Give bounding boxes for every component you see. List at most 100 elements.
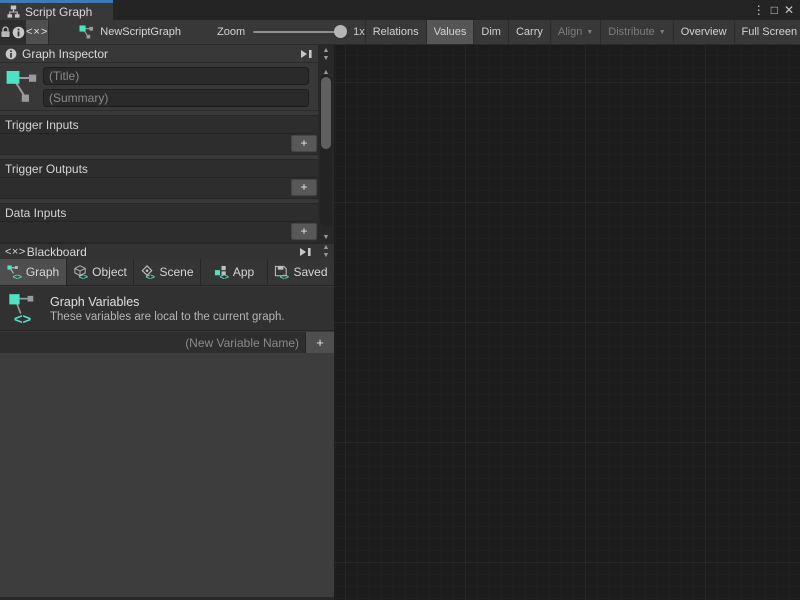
saved-tab-icon: <> — [274, 265, 289, 280]
tab-label: Saved — [293, 265, 327, 279]
lock-button[interactable] — [0, 20, 12, 44]
graph-node-icon-large — [5, 69, 39, 105]
carry-button[interactable]: Carry — [508, 20, 550, 44]
add-trigger-input-button[interactable]: + — [291, 135, 317, 152]
script-graph-icon — [7, 5, 20, 18]
trigger-inputs-title: Trigger Inputs — [0, 116, 318, 134]
maximize-icon[interactable]: □ — [771, 4, 778, 16]
collapse-down-icon[interactable]: ▼ — [323, 55, 330, 62]
graph-title-input[interactable] — [43, 67, 309, 85]
dim-button[interactable]: Dim — [473, 20, 508, 44]
trigger-outputs-title: Trigger Outputs — [0, 160, 318, 178]
new-variable-name-input[interactable] — [0, 332, 305, 353]
tab-label: App — [233, 265, 254, 279]
carry-label: Carry — [516, 26, 543, 38]
scroll-down-button[interactable]: ▼ — [318, 230, 334, 242]
svg-text:<>: <> — [219, 272, 228, 279]
fullscreen-button[interactable]: Full Screen — [734, 20, 800, 44]
scroll-down-icon: ▼ — [323, 234, 330, 241]
zoom-slider[interactable] — [253, 31, 345, 33]
trigger-inputs-section: Trigger Inputs + — [0, 115, 318, 155]
header-collapse-arrows: ▲ ▼ — [318, 45, 334, 63]
graph-variables-description: These variables are local to the current… — [50, 311, 285, 323]
blackboard-code-icon: <×> — [5, 246, 26, 258]
svg-text:<>: <> — [14, 311, 32, 324]
object-tab-icon: <> — [73, 265, 88, 280]
graph-variables-icon: <> — [8, 293, 38, 325]
graph-canvas[interactable] — [334, 45, 800, 600]
distribute-label: Distribute — [608, 26, 654, 38]
collapse-up-icon[interactable]: ▲ — [323, 47, 330, 54]
tab-app-variables[interactable]: <> App — [201, 259, 267, 285]
data-inputs-list: + — [0, 222, 318, 242]
tab-scene-variables[interactable]: <> Scene — [134, 259, 200, 285]
zoom-control: Zoom 1x — [217, 20, 365, 44]
overview-button[interactable]: Overview — [673, 20, 734, 44]
graph-node-icon — [79, 25, 94, 39]
distribute-dropdown[interactable]: Distribute ▼ — [600, 20, 672, 44]
view-options-group: Relations Values Dim Carry Align ▼ Distr… — [365, 20, 800, 44]
collapse-up-icon[interactable]: ▲ — [323, 244, 330, 251]
code-view-toggle[interactable]: <×> — [26, 20, 49, 44]
blackboard-collapse-arrows: ▲ ▼ — [318, 244, 334, 259]
relations-label: Relations — [373, 26, 419, 38]
tab-label: Script Graph — [25, 5, 92, 19]
graph-tab-icon: <> — [7, 265, 22, 280]
variables-list-area[interactable] — [0, 353, 334, 597]
graph-variables-title: Graph Variables — [50, 295, 285, 309]
fullscreen-label: Full Screen — [742, 26, 798, 38]
app-tab-icon: <> — [214, 265, 229, 280]
trigger-outputs-section: Trigger Outputs + — [0, 159, 318, 199]
tab-label: Object — [92, 265, 127, 279]
new-variable-row: + — [0, 332, 334, 353]
blackboard-title: Blackboard — [27, 245, 299, 259]
values-label: Values — [434, 26, 467, 38]
code-badge-icon: <×> — [26, 26, 48, 38]
zoom-slider-handle[interactable] — [334, 25, 347, 38]
data-inputs-section: Data Inputs + — [0, 203, 318, 243]
add-variable-button[interactable]: + — [305, 332, 334, 353]
lock-icon — [0, 26, 11, 38]
graph-inspector-panel: Graph Inspector Trigger I — [0, 45, 334, 597]
tab-graph-variables[interactable]: <> Graph — [0, 259, 66, 285]
tab-saved-variables[interactable]: <> Saved — [268, 259, 334, 285]
values-button[interactable]: Values — [426, 20, 474, 44]
trigger-outputs-list: + — [0, 178, 318, 198]
blackboard-tab-bar: <> Graph <> Object <> — [0, 259, 334, 286]
scene-tab-icon: <> — [140, 265, 155, 280]
scrollbar-track[interactable] — [320, 75, 332, 227]
svg-text:<>: <> — [280, 272, 289, 279]
inspector-scrollbar: ▲ ▼ ▲ ▼ — [318, 45, 334, 243]
dock-panel-icon[interactable] — [300, 49, 313, 59]
svg-text:<>: <> — [146, 272, 155, 279]
collapse-down-icon[interactable]: ▼ — [323, 252, 330, 259]
zoom-value: 1x — [353, 26, 365, 38]
align-dropdown[interactable]: Align ▼ — [550, 20, 600, 44]
graph-name-button[interactable]: NewScriptGraph — [71, 20, 189, 44]
chevron-down-icon: ▼ — [586, 29, 593, 36]
relations-button[interactable]: Relations — [365, 20, 426, 44]
menu-icon[interactable]: ⋮ — [753, 4, 765, 16]
left-panel-column: Graph Inspector Trigger I — [0, 45, 334, 600]
close-icon[interactable]: ✕ — [784, 4, 794, 16]
tab-label: Graph — [26, 265, 59, 279]
info-icon — [12, 26, 25, 39]
graph-summary-input[interactable] — [43, 89, 309, 107]
data-inputs-title: Data Inputs — [0, 204, 318, 222]
graph-name-label: NewScriptGraph — [100, 26, 181, 38]
graph-variables-text: Graph Variables These variables are loca… — [50, 295, 285, 323]
zoom-label: Zoom — [217, 26, 245, 38]
blackboard-header: <×> Blackboard ▲ ▼ — [0, 243, 334, 259]
add-trigger-output-button[interactable]: + — [291, 179, 317, 196]
svg-text:<>: <> — [79, 272, 88, 279]
script-graph-window: Script Graph ⋮ □ ✕ <×> — [0, 0, 800, 600]
tab-script-graph[interactable]: Script Graph — [0, 0, 113, 20]
add-data-input-button[interactable]: + — [291, 223, 317, 240]
align-label: Align — [558, 26, 582, 38]
chevron-down-icon: ▼ — [659, 29, 666, 36]
scrollbar-thumb[interactable] — [321, 77, 331, 149]
dock-panel-icon[interactable] — [299, 247, 312, 257]
dim-label: Dim — [481, 26, 501, 38]
tab-object-variables[interactable]: <> Object — [67, 259, 133, 285]
inspect-toggle-button[interactable] — [12, 20, 26, 44]
